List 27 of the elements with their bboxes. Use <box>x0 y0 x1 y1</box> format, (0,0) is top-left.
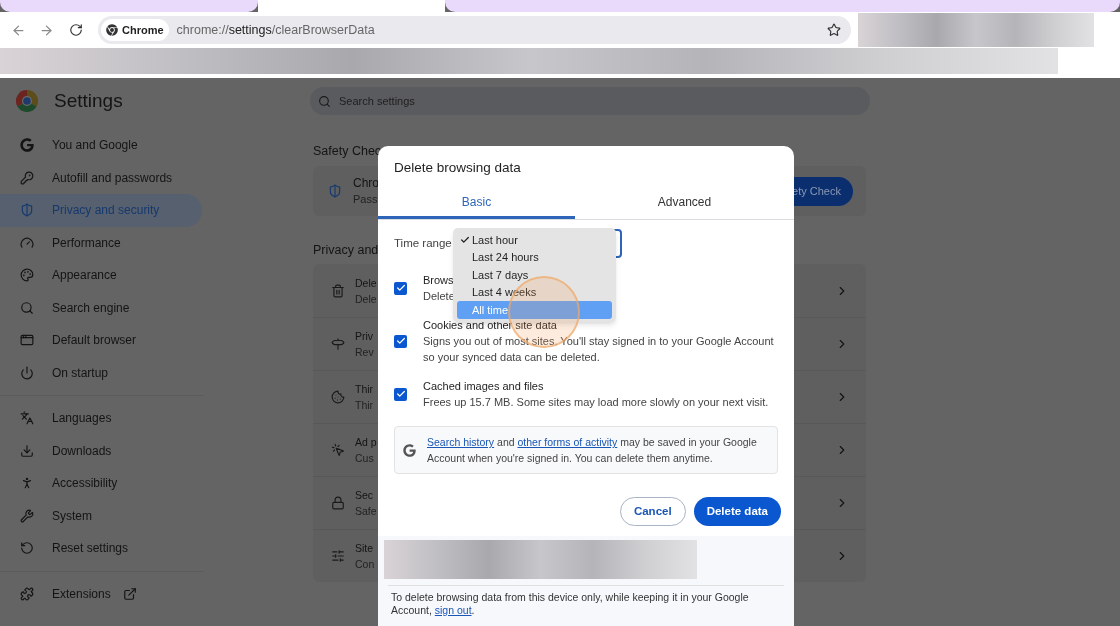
row-subtitle: Safe <box>355 504 377 519</box>
section-heading: Safety Chec <box>313 143 382 159</box>
row-title: Ad p <box>355 435 377 450</box>
dialog-title: Delete browsing data <box>394 160 522 176</box>
option-title: Brows <box>423 273 454 288</box>
option-title: Cached images and files <box>423 379 544 394</box>
row-subtitle: Con <box>355 557 375 572</box>
option-description: Delete <box>423 289 455 304</box>
row-title: Thir <box>355 382 374 397</box>
row-subtitle: Rev <box>355 345 374 360</box>
url-text: chrome://settings/clearBrowserData <box>176 21 375 39</box>
option-title: Cookies and other site data <box>423 318 557 333</box>
settings-title: Settings <box>54 88 123 113</box>
row-title: Priv <box>355 329 374 344</box>
row-subtitle: Cus <box>355 451 375 466</box>
row-title: Dele <box>355 275 377 291</box>
notice-text: Search history and other forms of activity may be saved in your Google Account when you're signed in. You can delete them anytime. <box>427 435 758 466</box>
option-description: Frees up 15.7 MB. Some sites may load more slowly on your next visit. <box>423 395 769 410</box>
row-title: Sec <box>355 488 375 503</box>
time-range-label: Time range <box>394 235 452 251</box>
card-subtitle: Pass <box>353 192 379 207</box>
row-subtitle: Thir <box>355 398 374 413</box>
row-subtitle: Dele <box>355 291 377 307</box>
row-title: Site <box>355 541 375 556</box>
card-title: Chro <box>353 175 379 191</box>
section-heading: Privacy and <box>313 242 379 258</box>
footer-text: To delete browsing data from this device only, while keeping it in your Google Account, sign out. <box>391 591 750 617</box>
